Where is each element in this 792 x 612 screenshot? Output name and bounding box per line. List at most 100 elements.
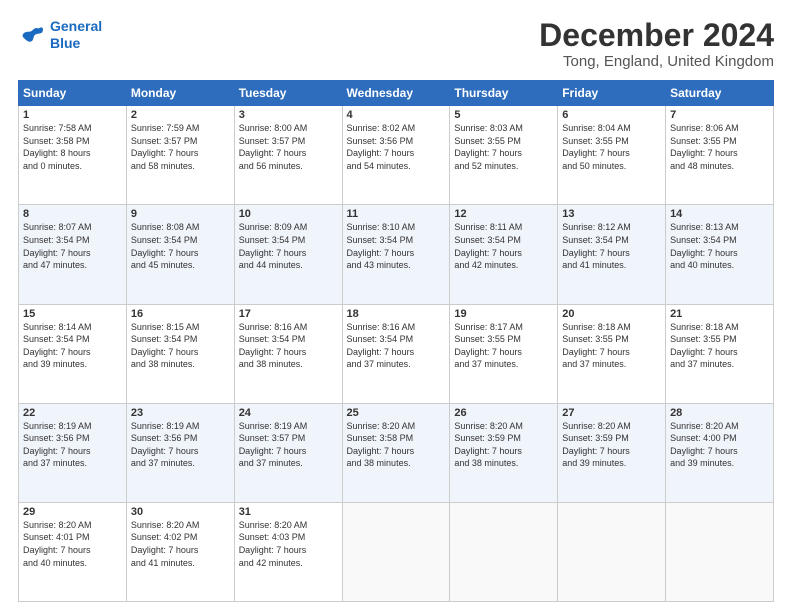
day-number: 5 xyxy=(454,109,553,121)
day-number: 19 xyxy=(454,308,553,320)
col-thursday: Thursday xyxy=(450,81,558,106)
header: General Blue December 2024 Tong, England… xyxy=(18,18,774,70)
day-number: 22 xyxy=(23,407,122,419)
calendar-week-row: 29Sunrise: 8:20 AMSunset: 4:01 PMDayligh… xyxy=(19,502,774,601)
day-number: 25 xyxy=(347,407,446,419)
day-info: Sunrise: 8:20 AMSunset: 3:59 PMDaylight:… xyxy=(454,420,553,470)
table-row: 9Sunrise: 8:08 AMSunset: 3:54 PMDaylight… xyxy=(126,205,234,304)
day-info: Sunrise: 7:59 AMSunset: 3:57 PMDaylight:… xyxy=(131,122,230,172)
table-row: 31Sunrise: 8:20 AMSunset: 4:03 PMDayligh… xyxy=(234,502,342,601)
day-info: Sunrise: 8:15 AMSunset: 3:54 PMDaylight:… xyxy=(131,321,230,371)
day-number: 18 xyxy=(347,308,446,320)
month-title: December 2024 xyxy=(539,18,774,53)
day-info: Sunrise: 8:16 AMSunset: 3:54 PMDaylight:… xyxy=(239,321,338,371)
day-number: 16 xyxy=(131,308,230,320)
table-row: 20Sunrise: 8:18 AMSunset: 3:55 PMDayligh… xyxy=(558,304,666,403)
day-info: Sunrise: 8:20 AMSunset: 4:02 PMDaylight:… xyxy=(131,519,230,569)
day-info: Sunrise: 8:13 AMSunset: 3:54 PMDaylight:… xyxy=(670,221,769,271)
col-tuesday: Tuesday xyxy=(234,81,342,106)
table-row: 26Sunrise: 8:20 AMSunset: 3:59 PMDayligh… xyxy=(450,403,558,502)
day-number: 26 xyxy=(454,407,553,419)
col-sunday: Sunday xyxy=(19,81,127,106)
table-row xyxy=(450,502,558,601)
day-info: Sunrise: 8:14 AMSunset: 3:54 PMDaylight:… xyxy=(23,321,122,371)
col-friday: Friday xyxy=(558,81,666,106)
day-number: 7 xyxy=(670,109,769,121)
day-number: 24 xyxy=(239,407,338,419)
day-info: Sunrise: 8:11 AMSunset: 3:54 PMDaylight:… xyxy=(454,221,553,271)
day-info: Sunrise: 8:16 AMSunset: 3:54 PMDaylight:… xyxy=(347,321,446,371)
table-row: 8Sunrise: 8:07 AMSunset: 3:54 PMDaylight… xyxy=(19,205,127,304)
day-info: Sunrise: 8:18 AMSunset: 3:55 PMDaylight:… xyxy=(670,321,769,371)
table-row: 17Sunrise: 8:16 AMSunset: 3:54 PMDayligh… xyxy=(234,304,342,403)
day-info: Sunrise: 8:19 AMSunset: 3:56 PMDaylight:… xyxy=(23,420,122,470)
day-number: 30 xyxy=(131,506,230,518)
day-number: 9 xyxy=(131,208,230,220)
table-row: 11Sunrise: 8:10 AMSunset: 3:54 PMDayligh… xyxy=(342,205,450,304)
day-info: Sunrise: 8:03 AMSunset: 3:55 PMDaylight:… xyxy=(454,122,553,172)
table-row: 15Sunrise: 8:14 AMSunset: 3:54 PMDayligh… xyxy=(19,304,127,403)
day-number: 3 xyxy=(239,109,338,121)
day-number: 23 xyxy=(131,407,230,419)
logo: General Blue xyxy=(18,18,102,52)
day-number: 31 xyxy=(239,506,338,518)
calendar-week-row: 22Sunrise: 8:19 AMSunset: 3:56 PMDayligh… xyxy=(19,403,774,502)
day-number: 17 xyxy=(239,308,338,320)
day-info: Sunrise: 8:20 AMSunset: 4:01 PMDaylight:… xyxy=(23,519,122,569)
day-number: 2 xyxy=(131,109,230,121)
day-info: Sunrise: 8:04 AMSunset: 3:55 PMDaylight:… xyxy=(562,122,661,172)
day-number: 29 xyxy=(23,506,122,518)
table-row: 30Sunrise: 8:20 AMSunset: 4:02 PMDayligh… xyxy=(126,502,234,601)
day-number: 14 xyxy=(670,208,769,220)
day-info: Sunrise: 8:19 AMSunset: 3:57 PMDaylight:… xyxy=(239,420,338,470)
day-number: 11 xyxy=(347,208,446,220)
table-row: 7Sunrise: 8:06 AMSunset: 3:55 PMDaylight… xyxy=(666,106,774,205)
location-title: Tong, England, United Kingdom xyxy=(539,53,774,70)
day-info: Sunrise: 8:08 AMSunset: 3:54 PMDaylight:… xyxy=(131,221,230,271)
table-row: 14Sunrise: 8:13 AMSunset: 3:54 PMDayligh… xyxy=(666,205,774,304)
day-info: Sunrise: 8:07 AMSunset: 3:54 PMDaylight:… xyxy=(23,221,122,271)
logo-line1: General xyxy=(50,18,102,34)
day-number: 13 xyxy=(562,208,661,220)
table-row: 1Sunrise: 7:58 AMSunset: 3:58 PMDaylight… xyxy=(19,106,127,205)
day-info: Sunrise: 8:10 AMSunset: 3:54 PMDaylight:… xyxy=(347,221,446,271)
day-info: Sunrise: 8:17 AMSunset: 3:55 PMDaylight:… xyxy=(454,321,553,371)
table-row xyxy=(558,502,666,601)
table-row: 28Sunrise: 8:20 AMSunset: 4:00 PMDayligh… xyxy=(666,403,774,502)
day-number: 28 xyxy=(670,407,769,419)
table-row: 19Sunrise: 8:17 AMSunset: 3:55 PMDayligh… xyxy=(450,304,558,403)
day-info: Sunrise: 8:20 AMSunset: 4:00 PMDaylight:… xyxy=(670,420,769,470)
day-number: 12 xyxy=(454,208,553,220)
day-number: 10 xyxy=(239,208,338,220)
day-number: 15 xyxy=(23,308,122,320)
day-info: Sunrise: 8:12 AMSunset: 3:54 PMDaylight:… xyxy=(562,221,661,271)
col-monday: Monday xyxy=(126,81,234,106)
day-info: Sunrise: 8:18 AMSunset: 3:55 PMDaylight:… xyxy=(562,321,661,371)
table-row: 29Sunrise: 8:20 AMSunset: 4:01 PMDayligh… xyxy=(19,502,127,601)
table-row: 13Sunrise: 8:12 AMSunset: 3:54 PMDayligh… xyxy=(558,205,666,304)
table-row: 3Sunrise: 8:00 AMSunset: 3:57 PMDaylight… xyxy=(234,106,342,205)
logo-text: General Blue xyxy=(50,18,102,52)
table-row: 18Sunrise: 8:16 AMSunset: 3:54 PMDayligh… xyxy=(342,304,450,403)
day-info: Sunrise: 8:02 AMSunset: 3:56 PMDaylight:… xyxy=(347,122,446,172)
day-info: Sunrise: 8:20 AMSunset: 3:58 PMDaylight:… xyxy=(347,420,446,470)
day-info: Sunrise: 7:58 AMSunset: 3:58 PMDaylight:… xyxy=(23,122,122,172)
table-row: 23Sunrise: 8:19 AMSunset: 3:56 PMDayligh… xyxy=(126,403,234,502)
logo-bird-icon xyxy=(18,21,46,49)
day-number: 21 xyxy=(670,308,769,320)
table-row: 2Sunrise: 7:59 AMSunset: 3:57 PMDaylight… xyxy=(126,106,234,205)
day-info: Sunrise: 8:20 AMSunset: 4:03 PMDaylight:… xyxy=(239,519,338,569)
day-number: 4 xyxy=(347,109,446,121)
table-row: 25Sunrise: 8:20 AMSunset: 3:58 PMDayligh… xyxy=(342,403,450,502)
calendar-week-row: 1Sunrise: 7:58 AMSunset: 3:58 PMDaylight… xyxy=(19,106,774,205)
page: General Blue December 2024 Tong, England… xyxy=(0,0,792,612)
calendar-header-row: Sunday Monday Tuesday Wednesday Thursday… xyxy=(19,81,774,106)
day-info: Sunrise: 8:06 AMSunset: 3:55 PMDaylight:… xyxy=(670,122,769,172)
calendar-table: Sunday Monday Tuesday Wednesday Thursday… xyxy=(18,80,774,602)
day-number: 20 xyxy=(562,308,661,320)
table-row: 5Sunrise: 8:03 AMSunset: 3:55 PMDaylight… xyxy=(450,106,558,205)
col-wednesday: Wednesday xyxy=(342,81,450,106)
day-number: 1 xyxy=(23,109,122,121)
day-info: Sunrise: 8:19 AMSunset: 3:56 PMDaylight:… xyxy=(131,420,230,470)
table-row: 27Sunrise: 8:20 AMSunset: 3:59 PMDayligh… xyxy=(558,403,666,502)
